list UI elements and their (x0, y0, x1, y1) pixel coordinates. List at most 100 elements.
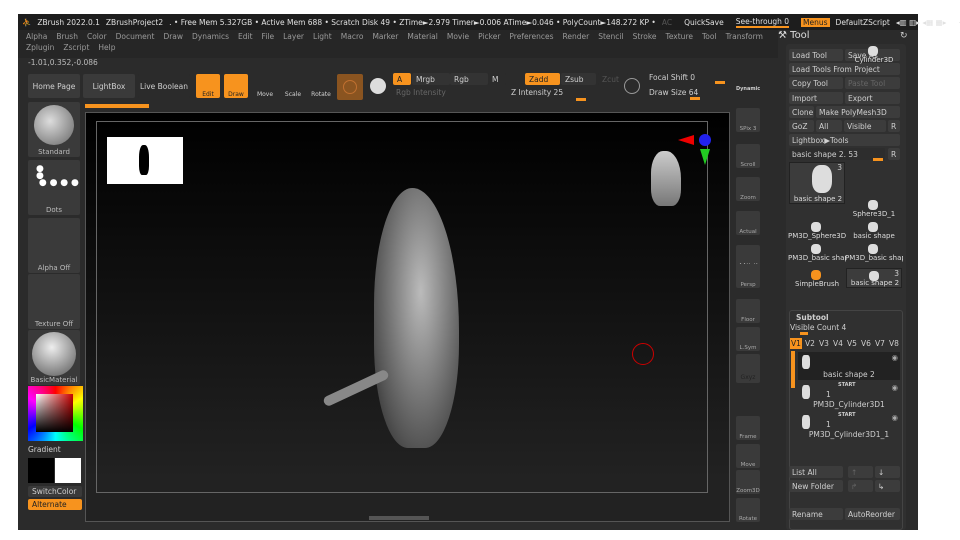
zadd-button[interactable]: Zadd (525, 73, 560, 85)
rgb-button[interactable]: Rgb (450, 73, 488, 85)
clone-button[interactable]: Clone (789, 106, 814, 118)
orientation-head-icon[interactable] (651, 151, 681, 206)
material-slot[interactable]: BasicMaterial (28, 330, 80, 385)
eye-icon[interactable]: ◉ (891, 383, 898, 392)
tool-thumbnail[interactable]: Sphere3D_1 (846, 198, 902, 218)
scale-button[interactable]: Scale (282, 74, 304, 98)
autoreorder-button[interactable]: AutoReorder (845, 508, 900, 520)
color-picker[interactable] (28, 386, 83, 441)
menu-zplugin[interactable]: Zplugin (26, 43, 54, 52)
menu-layer[interactable]: Layer (283, 32, 304, 41)
texture-slot[interactable]: Texture Off (28, 274, 80, 329)
load-tool-button[interactable]: Load Tool (789, 49, 843, 61)
version-v7[interactable]: V7 (874, 338, 886, 349)
draw-button[interactable]: Draw (224, 74, 248, 98)
rightbar-actual[interactable]: Actual (736, 211, 760, 235)
alpha-slot[interactable]: Alpha Off (28, 218, 80, 273)
brush-slot[interactable]: Standard (28, 102, 80, 157)
visible-count-slider[interactable]: Visible Count 4 (790, 323, 846, 332)
make-polymesh3d-button[interactable]: Make PolyMesh3D (816, 106, 900, 118)
subtool-scrollbar[interactable] (791, 351, 795, 388)
document-canvas[interactable] (85, 112, 730, 522)
eye-icon[interactable]: ◉ (891, 413, 898, 422)
version-v2[interactable]: V2 (804, 338, 816, 349)
rename-button[interactable]: Rename (789, 508, 843, 520)
menu-alpha[interactable]: Alpha (26, 32, 47, 41)
rightbar-zoom[interactable]: Zoom (736, 177, 760, 201)
visible-button[interactable]: Visible (844, 120, 886, 132)
zsub-button[interactable]: Zsub (561, 73, 596, 85)
menu-zscript[interactable]: Zscript (63, 43, 89, 52)
tool-r-button[interactable]: R (888, 148, 900, 160)
rightbar-l-sym[interactable]: L.Sym (736, 327, 760, 351)
menu-picker[interactable]: Picker (478, 32, 500, 41)
new-folder-button[interactable]: New Folder (789, 480, 843, 492)
paste-tool-button[interactable]: Paste Tool (845, 77, 900, 89)
tool-thumbnail[interactable]: basic shape 23 (789, 162, 845, 204)
rightbar-spix-3[interactable]: SPix 3 (736, 108, 760, 132)
menu-macro[interactable]: Macro (341, 32, 364, 41)
subtool-row[interactable]: ◉ START 1 PM3D_Cylinder3D1_1 (798, 412, 900, 440)
export-button[interactable]: Export (845, 92, 900, 104)
load-tools-from-project-button[interactable]: Load Tools From Project (789, 63, 900, 75)
tool-thumbnail[interactable]: basic shape (846, 220, 902, 240)
menu-render[interactable]: Render (563, 32, 590, 41)
layout-arrows-icon[interactable]: ◂▥ ▥▸ ◂▦ ▦▸ (896, 18, 947, 27)
menu-movie[interactable]: Movie (447, 32, 469, 41)
goz-button[interactable]: GoZ (789, 120, 814, 132)
secondary-color-swatch[interactable] (55, 458, 81, 483)
refresh-icon[interactable]: ↻ (900, 31, 908, 41)
lightbox-tools-button[interactable]: Lightbox▶Tools (789, 134, 900, 146)
rotate-button[interactable]: Rotate (310, 74, 332, 98)
dynamic-toggle[interactable]: Dynamic (736, 86, 760, 92)
subtool-row[interactable]: ◉ basic shape 2 (798, 352, 900, 380)
menus-toggle[interactable]: Menus (801, 17, 830, 27)
rightbar-frame[interactable]: Frame (736, 416, 760, 440)
tool-thumbnail[interactable]: SimpleBrush (789, 268, 845, 288)
material-sphere-button[interactable] (337, 74, 363, 100)
tool-thumbnail[interactable]: PM3D_Sphere3D (788, 220, 846, 240)
menu-color[interactable]: Color (87, 32, 107, 41)
move-up-button[interactable]: ↑ (848, 466, 873, 478)
menu-preferences[interactable]: Preferences (509, 32, 553, 41)
focal-shift-slider[interactable]: Focal Shift 0 (649, 73, 695, 82)
menu-texture[interactable]: Texture (666, 32, 693, 41)
move-down-button[interactable]: ↓ (875, 466, 900, 478)
menu-tool[interactable]: Tool (702, 32, 717, 41)
arrow-right-icon[interactable]: ↱ (848, 480, 873, 492)
eye-icon[interactable]: ◉ (891, 353, 898, 362)
a-button[interactable]: A (393, 73, 411, 85)
tool-thumbnail[interactable]: basic shape 23 (846, 268, 902, 288)
menu-edit[interactable]: Edit (238, 32, 253, 41)
version-v5[interactable]: V5 (846, 338, 858, 349)
version-v3[interactable]: V3 (818, 338, 830, 349)
primary-color-swatch[interactable] (28, 458, 54, 483)
mrgb-button[interactable]: Mrgb (412, 73, 450, 85)
tool-thumbnail[interactable]: PM3D_basic shape (788, 242, 846, 262)
quicksave-button[interactable]: QuickSave (684, 18, 724, 27)
rightbar-rotate[interactable]: Rotate (736, 498, 760, 522)
tool-thumbnail[interactable]: Cylinder3D (846, 44, 902, 64)
rightbar-move[interactable]: Move (736, 444, 760, 468)
rightbar-scroll[interactable]: Scroll (736, 144, 760, 168)
all-button[interactable]: All (816, 120, 842, 132)
version-v8[interactable]: V8 (888, 338, 900, 349)
alternate-button[interactable]: Alternate (28, 499, 82, 510)
lazy-mouse-icon[interactable] (624, 78, 640, 94)
draw-size-slider[interactable]: Draw Size 64 (649, 88, 698, 97)
arrow-return-icon[interactable]: ↳ (875, 480, 900, 492)
r-button[interactable]: R (888, 120, 900, 132)
spotlight-icon[interactable] (370, 78, 386, 94)
version-v6[interactable]: V6 (860, 338, 872, 349)
gradient-toggle[interactable]: Gradient (28, 445, 61, 454)
current-tool-slider[interactable]: basic shape 2. 53 (789, 148, 885, 160)
menu-help[interactable]: Help (98, 43, 115, 52)
default-zscript-button[interactable]: DefaultZScript (836, 18, 890, 27)
m-button[interactable]: M (488, 73, 506, 85)
menu-file[interactable]: File (262, 32, 275, 41)
navigation-thumbnail[interactable] (107, 137, 183, 184)
tool-thumbnail[interactable]: PM3D_basic shape (845, 242, 903, 262)
rightbar-gxyz[interactable]: Gxyz (736, 371, 760, 383)
copy-tool-button[interactable]: Copy Tool (789, 77, 843, 89)
move-button[interactable]: Move (254, 74, 276, 98)
